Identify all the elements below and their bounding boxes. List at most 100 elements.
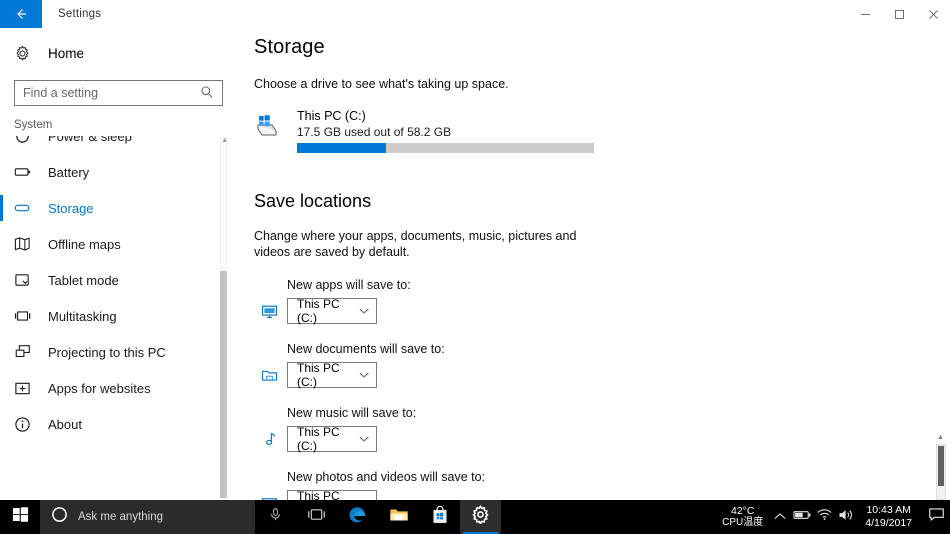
minimize-button[interactable] (848, 0, 882, 28)
back-arrow-icon (17, 9, 26, 19)
sidebar-scroll-area: Power & sleep Battery Storage Offline ma… (0, 136, 237, 498)
clock[interactable]: 10:43 AM 4/19/2017 (857, 504, 922, 530)
save-locations-description: Change where your apps, documents, music… (254, 229, 577, 259)
drive-usage-bar (297, 143, 594, 153)
cpu-temperature-value: 42°C (730, 505, 755, 517)
gear-icon (14, 45, 36, 62)
drive-usage: 17.5 GB used out of 58.2 GB (297, 125, 452, 139)
taskbar-store-button[interactable] (419, 500, 460, 534)
sidebar-item-label: Projecting to this PC (48, 344, 166, 360)
sidebar-item-power-sleep[interactable]: Power & sleep (0, 136, 237, 154)
map-icon (14, 236, 36, 253)
action-center-button[interactable] (922, 500, 950, 534)
taskbar-settings-button[interactable] (460, 500, 501, 534)
scroll-up-icon[interactable]: ▲ (221, 136, 228, 145)
sidebar-item-label: Storage (48, 200, 94, 216)
sidebar: Home System (0, 28, 237, 500)
back-button[interactable] (0, 0, 42, 28)
save-location-dropdown-music[interactable]: This PC (C:) (287, 425, 377, 453)
taskbar-task-view-button[interactable] (296, 500, 337, 534)
gear-icon (471, 505, 490, 529)
info-icon (14, 416, 36, 433)
taskbar-microphone-button[interactable] (255, 500, 296, 534)
multitasking-icon (14, 307, 36, 325)
cortana-placeholder: Ask me anything (78, 511, 164, 523)
hard-drive-icon (254, 108, 297, 142)
sidebar-nav-list: Power & sleep Battery Storage Offline ma… (0, 136, 237, 442)
scroll-up-icon[interactable]: ▲ (937, 434, 944, 441)
project-icon (14, 343, 36, 361)
cpu-temperature-indicator[interactable]: 42°C CPU温度 (716, 505, 769, 529)
tray-network-button[interactable] (813, 500, 835, 534)
save-row-apps: New apps will save to: This PC (C:) (254, 278, 950, 325)
save-row-value: This PC (C:) (297, 425, 340, 453)
folder-icon (389, 506, 409, 529)
sidebar-scrollbar-rail[interactable] (220, 271, 227, 498)
apps-websites-icon (14, 380, 36, 397)
save-row-documents: New documents will save to: This PC (C:) (254, 342, 950, 389)
page-title: Storage (254, 36, 325, 58)
tablet-icon (14, 272, 36, 289)
start-button[interactable] (0, 500, 40, 534)
taskbar-file-explorer-button[interactable] (378, 500, 419, 534)
battery-icon (14, 163, 36, 181)
save-row-label: New apps will save to: (287, 278, 411, 292)
sidebar-item-tablet-mode[interactable]: Tablet mode (0, 262, 237, 298)
sidebar-item-multitasking[interactable]: Multitasking (0, 298, 237, 334)
edge-browser-icon (347, 504, 368, 530)
search-input[interactable] (14, 80, 223, 106)
tray-volume-button[interactable] (835, 500, 857, 534)
chevron-down-icon (359, 308, 369, 314)
battery-icon (793, 508, 812, 526)
tray-battery-button[interactable] (791, 500, 813, 534)
drive-item[interactable]: This PC (C:) 17.5 GB used out of 58.2 GB (254, 106, 594, 155)
save-row-photos-videos: New photos and videos will save to: This… (254, 470, 950, 500)
sidebar-item-label: Battery (48, 164, 90, 180)
tray-expand-button[interactable] (769, 500, 791, 534)
speaker-icon (838, 508, 855, 527)
cortana-circle-icon (51, 506, 68, 528)
sidebar-item-storage[interactable]: Storage (0, 190, 237, 226)
sidebar-item-battery[interactable]: Battery (0, 154, 237, 190)
clock-date: 4/19/2017 (865, 517, 912, 529)
save-row-label: New music will save to: (287, 406, 417, 420)
cortana-search-box[interactable]: Ask me anything (40, 500, 255, 534)
close-icon (928, 9, 938, 19)
title-bar: Settings (0, 0, 950, 28)
maximize-icon (894, 9, 904, 19)
sidebar-group-label: System (14, 119, 53, 131)
notification-icon (928, 507, 945, 527)
save-location-dropdown-apps[interactable]: This PC (C:) (287, 297, 377, 325)
windows-start-icon (12, 506, 29, 528)
taskbar: Ask me anything 42°C CPU温度 10:43 AM 4/19… (0, 500, 950, 534)
sidebar-home-label: Home (48, 45, 85, 61)
taskbar-edge-button[interactable] (337, 500, 378, 534)
drive-prompt: Choose a drive to see what's taking up s… (254, 77, 509, 91)
sidebar-item-label: Apps for websites (48, 380, 151, 396)
settings-window: Settings Home Find a setting System Powe… (0, 0, 950, 534)
sidebar-item-label: Power & sleep (48, 136, 132, 144)
save-location-dropdown-documents[interactable]: This PC (C:) (287, 361, 377, 389)
save-row-label: New documents will save to: (287, 342, 445, 356)
system-tray: 42°C CPU温度 10:43 AM 4/19/2017 (716, 500, 950, 534)
sidebar-scrollbar-thumb[interactable] (220, 138, 227, 268)
save-row-value: This PC (C:) (297, 297, 340, 325)
content-scrollbar[interactable]: ▲ (935, 434, 947, 500)
close-button[interactable] (916, 0, 950, 28)
chevron-down-icon (359, 436, 369, 442)
maximize-button[interactable] (882, 0, 916, 28)
sidebar-item-offline-maps[interactable]: Offline maps (0, 226, 237, 262)
save-location-dropdown-photos-videos[interactable]: This PC (C:) (287, 489, 377, 500)
save-row-value: This PC (C:) (297, 489, 340, 500)
minimize-icon (860, 13, 870, 15)
sidebar-item-about[interactable]: About (0, 406, 237, 442)
sidebar-item-home[interactable]: Home (0, 36, 237, 70)
sidebar-item-label: Multitasking (48, 308, 117, 324)
wifi-icon (816, 508, 833, 526)
sidebar-item-projecting[interactable]: Projecting to this PC (0, 334, 237, 370)
content-scrollbar-thumb[interactable] (938, 446, 944, 486)
sidebar-item-apps-for-websites[interactable]: Apps for websites (0, 370, 237, 406)
task-view-icon (307, 506, 326, 528)
clock-time: 10:43 AM (866, 504, 911, 516)
sidebar-item-label: Tablet mode (48, 272, 119, 288)
